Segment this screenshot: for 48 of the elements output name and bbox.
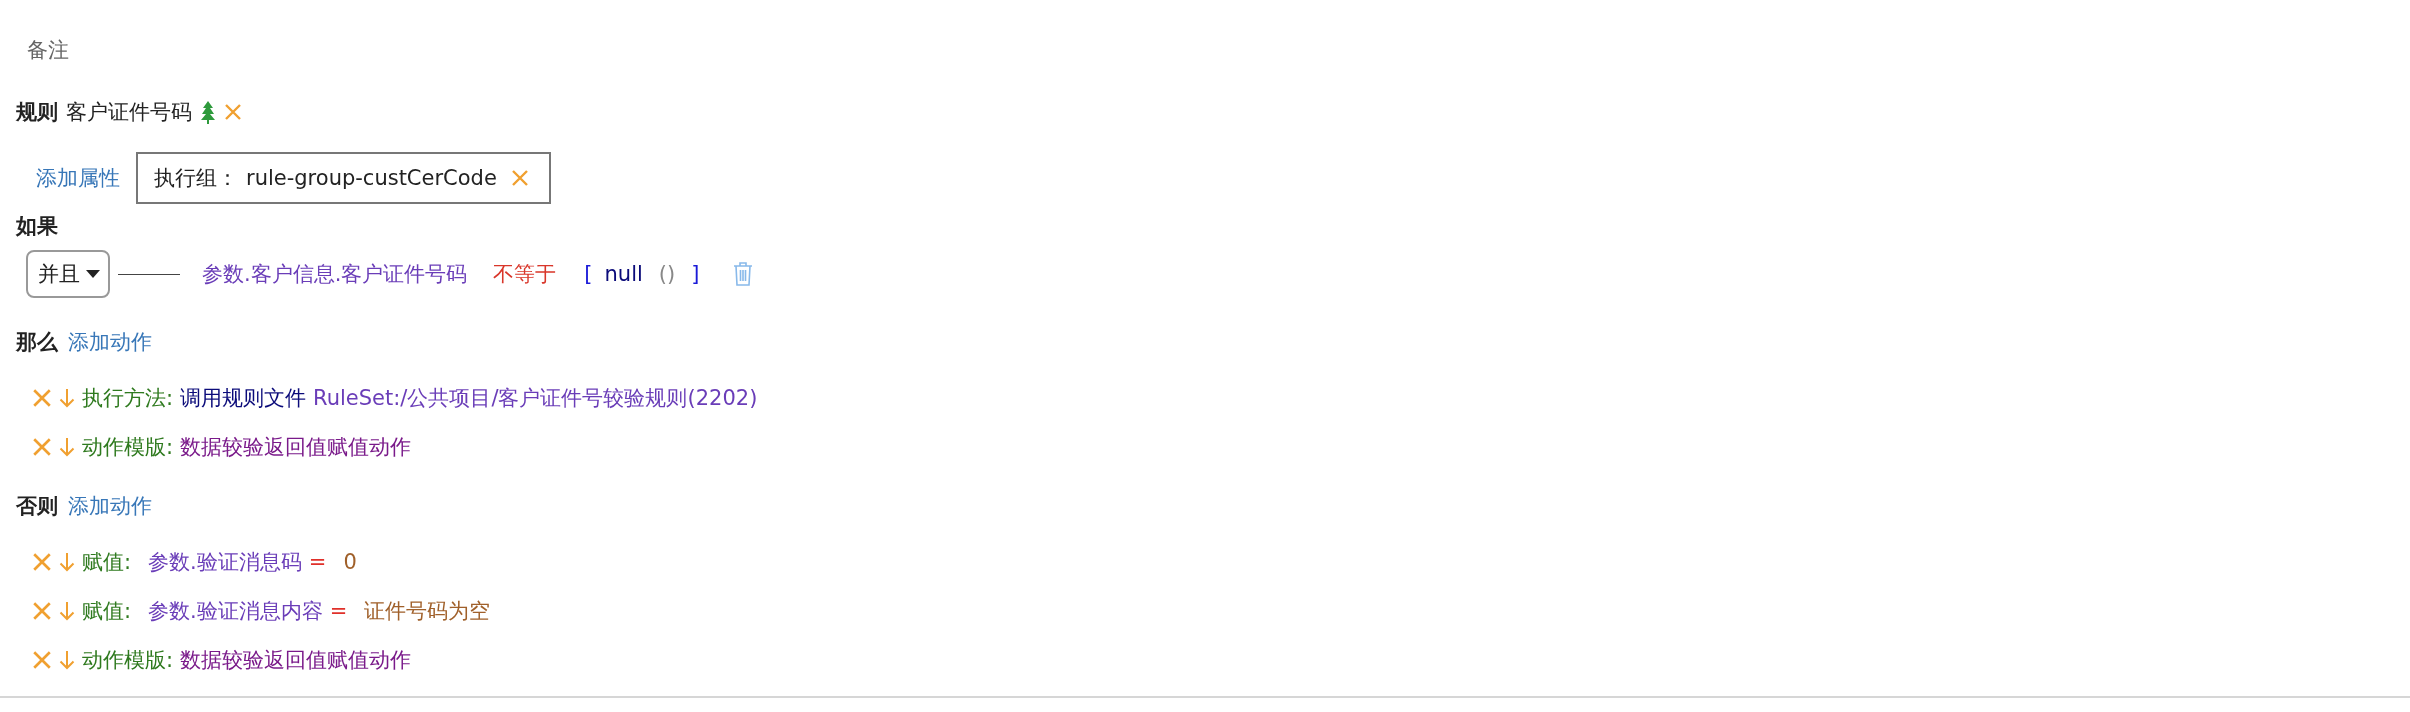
close-icon[interactable]	[32, 388, 52, 408]
tree-icon[interactable]	[200, 100, 216, 124]
close-icon[interactable]	[32, 552, 52, 572]
arrow-down-icon[interactable]	[59, 552, 75, 572]
assigned-value[interactable]: 0	[343, 550, 357, 574]
close-icon[interactable]	[32, 601, 52, 621]
close-icon[interactable]	[32, 650, 52, 670]
rule-file-path[interactable]: RuleSet:/公共项目/客户证件号较验规则(2202)	[313, 384, 758, 412]
assigned-value[interactable]: 证件号码为空	[364, 597, 491, 625]
add-attribute-link[interactable]: 添加属性	[36, 164, 120, 192]
method-name[interactable]: 调用规则文件	[180, 384, 307, 412]
rule-label: 规则	[16, 99, 58, 126]
action-label: 动作模版:	[82, 647, 174, 674]
rule-name: 客户证件号码	[66, 99, 192, 126]
close-icon[interactable]	[510, 169, 529, 187]
arrow-down-icon[interactable]	[59, 437, 75, 457]
note-label: 备注	[27, 37, 69, 64]
close-icon[interactable]	[224, 103, 242, 121]
close-icon[interactable]	[32, 437, 52, 457]
bracket: [	[584, 262, 593, 286]
operator-select[interactable]: 并且	[26, 250, 110, 298]
condition-field[interactable]: 参数.客户信息.客户证件号码	[202, 260, 468, 288]
add-action-link[interactable]: 添加动作	[68, 492, 152, 520]
template-name[interactable]: 数据较验返回值赋值动作	[180, 646, 412, 674]
action-label: 执行方法:	[82, 385, 174, 412]
equals-sign: =	[329, 599, 348, 623]
caret-icon	[86, 270, 100, 278]
arrow-down-icon[interactable]	[59, 601, 75, 621]
parentheses: ()	[658, 262, 676, 286]
variable-name[interactable]: 参数.验证消息码	[148, 548, 302, 576]
action-label: 赋值:	[82, 549, 132, 576]
action-label: 赋值:	[82, 598, 132, 625]
arrow-down-icon[interactable]	[59, 650, 75, 670]
template-name[interactable]: 数据较验返回值赋值动作	[180, 433, 412, 461]
bracket: ]	[691, 262, 700, 286]
tag-label: 执行组：	[154, 165, 238, 192]
add-action-link[interactable]: 添加动作	[68, 328, 152, 356]
then-label: 那么	[16, 329, 58, 356]
tag-value: rule-group-custCerCode	[246, 166, 497, 190]
else-label: 否则	[16, 493, 58, 520]
equals-sign: =	[308, 550, 327, 574]
condition-operator[interactable]: 不等于	[493, 260, 557, 288]
variable-name[interactable]: 参数.验证消息内容	[148, 597, 323, 625]
arrow-down-icon[interactable]	[59, 388, 75, 408]
condition-value[interactable]: null	[604, 262, 643, 286]
action-label: 动作模版:	[82, 434, 174, 461]
if-label: 如果	[16, 213, 58, 240]
trash-icon[interactable]	[733, 262, 754, 286]
